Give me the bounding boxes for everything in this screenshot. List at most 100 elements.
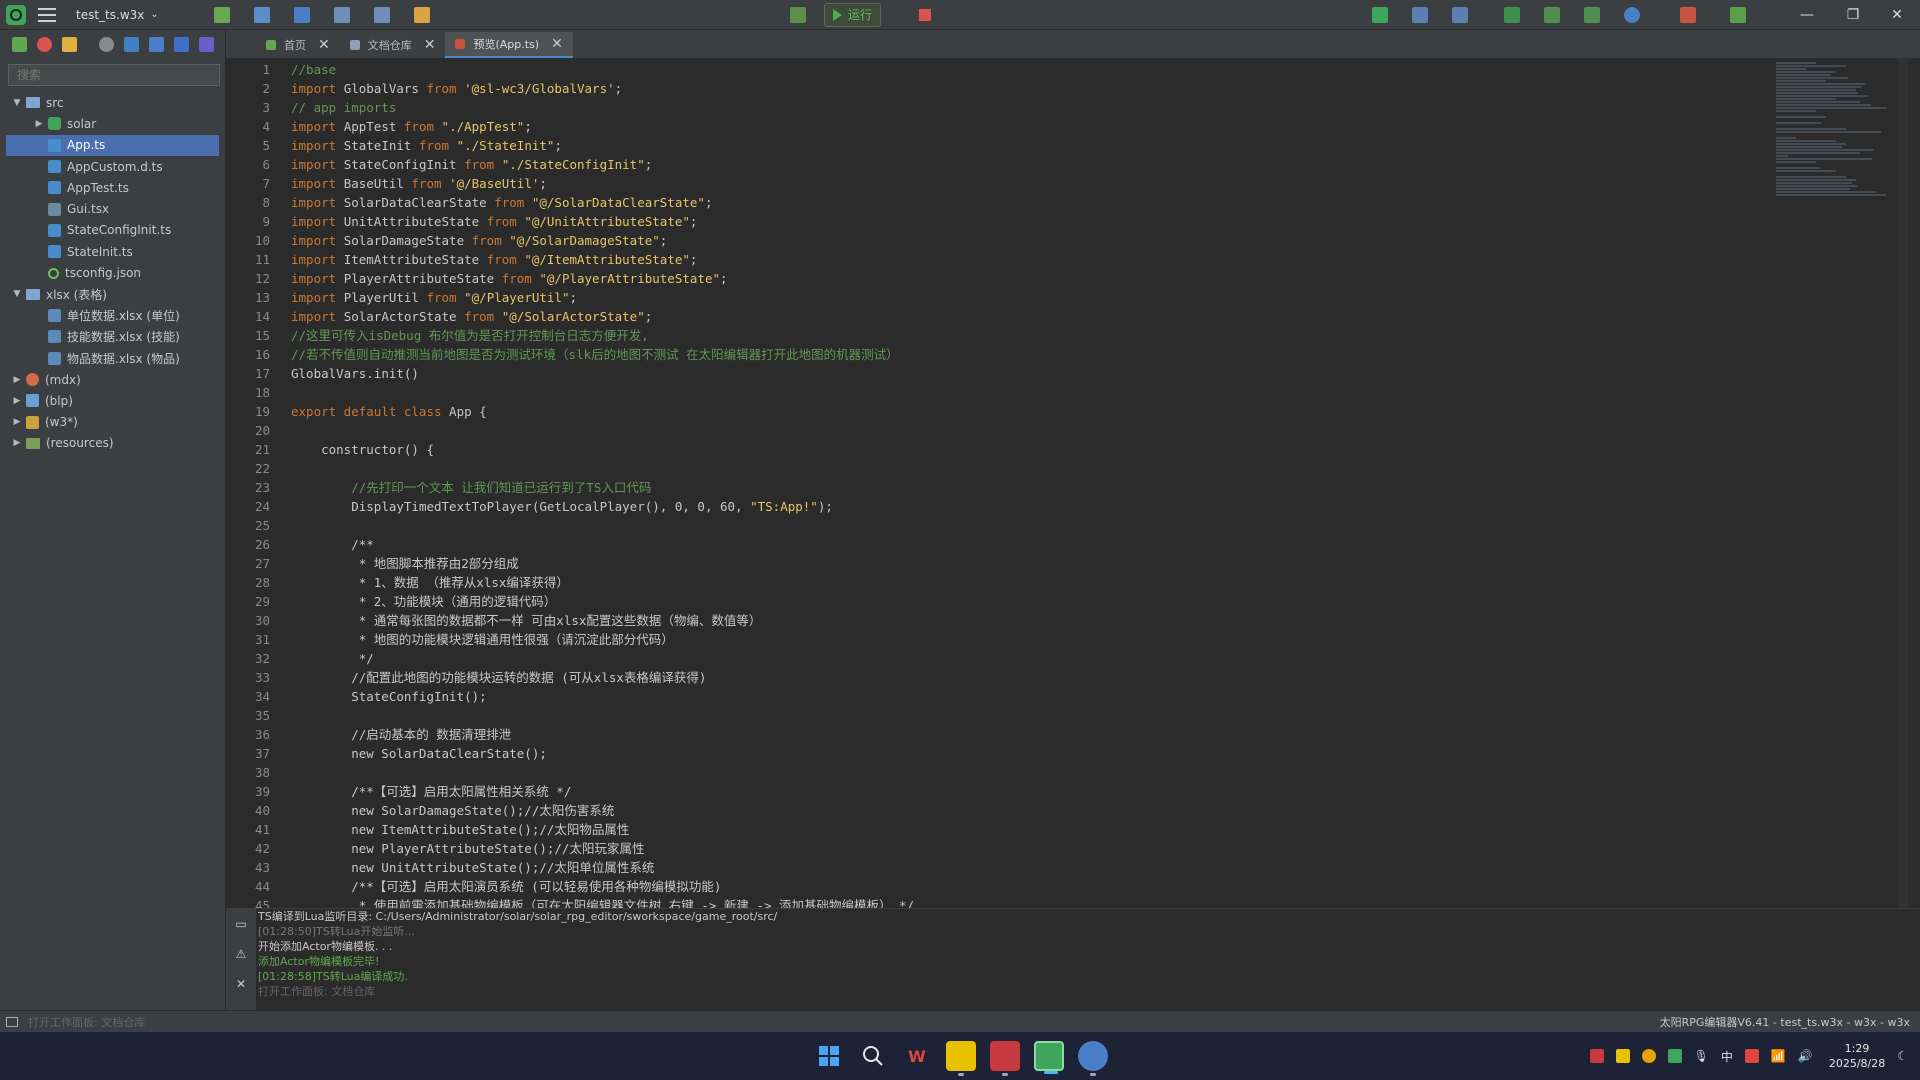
tree-item[interactable]: 技能数据.xlsx (技能)	[0, 326, 225, 347]
tree-item[interactable]: tsconfig.json	[0, 262, 225, 283]
code-line[interactable]: new SolarDataClearState();	[291, 744, 1791, 763]
code-line[interactable]: new SolarDamageState();//太阳伤害系统	[291, 801, 1791, 820]
tree-item[interactable]: AppTest.ts	[0, 177, 225, 198]
ts-icon[interactable]	[199, 36, 214, 52]
tree-item[interactable]: ▶ (blp)	[0, 390, 225, 411]
minimap[interactable]	[1776, 62, 1896, 212]
code-line[interactable]: new UnitAttributeState();//太阳单位属性系统	[291, 858, 1791, 877]
code-line[interactable]: * 1、数据 （推荐从xlsx编译获得）	[291, 573, 1791, 592]
browser-icon[interactable]	[1078, 1041, 1108, 1076]
code-line[interactable]: import BaseUtil from '@/BaseUtil';	[291, 174, 1791, 193]
open-folder-icon[interactable]	[214, 6, 230, 23]
code-line[interactable]: //配置此地图的功能模块运转的数据 (可从xlsx表格编译获得)	[291, 668, 1791, 687]
text-format-icon[interactable]	[1452, 7, 1468, 23]
tools-icon[interactable]	[414, 6, 430, 23]
code-line[interactable]: // app imports	[291, 98, 1791, 117]
tree-item[interactable]: ▶ (resources)	[0, 433, 225, 454]
code-line[interactable]: import StateInit from "./StateInit";	[291, 136, 1791, 155]
tray-app-icon[interactable]	[1641, 1049, 1656, 1063]
minimize-icon[interactable]: —	[1784, 0, 1830, 30]
tree-item[interactable]: AppCustom.d.ts	[0, 156, 225, 177]
code-line[interactable]: export default class App {	[291, 402, 1791, 421]
code-content[interactable]: //base import GlobalVars from '@sl-wc3/Gl…	[291, 60, 1791, 908]
collapse-icon[interactable]: ▶	[12, 438, 22, 448]
code-line[interactable]: import PlayerUtil from "@/PlayerUtil";	[291, 288, 1791, 307]
code-line[interactable]: import SolarDataClearState from "@/Solar…	[291, 193, 1791, 212]
tree-item[interactable]: ▼ src	[0, 92, 225, 113]
code-line[interactable]	[291, 706, 1791, 725]
wps-icon[interactable]: W	[902, 1041, 932, 1071]
tree-item[interactable]: ▼ xlsx (表格)	[0, 284, 225, 305]
close-icon[interactable]: ✕	[551, 36, 563, 52]
file-icon[interactable]	[334, 6, 350, 23]
settings-icon[interactable]	[1584, 7, 1600, 23]
search-icon[interactable]	[858, 1041, 888, 1071]
collapse-icon[interactable]: ▶	[12, 396, 22, 406]
start-icon[interactable]	[814, 1041, 844, 1071]
stop-button[interactable]	[919, 8, 932, 21]
code-line[interactable]: * 使用前需添加基础物编模板（可在太阳编辑器文件树 右键 -> 新建 -> 添加…	[291, 896, 1791, 908]
tree-item[interactable]: ▶ (mdx)	[0, 369, 225, 390]
code-line[interactable]: * 2、功能模块（通用的逻辑代码）	[291, 592, 1791, 611]
close-icon[interactable]: ✕	[1874, 0, 1920, 30]
project-selector[interactable]: test_ts.w3x ⌄	[76, 8, 166, 22]
code-line[interactable]: new PlayerAttributeState();//太阳玩家属性	[291, 839, 1791, 858]
target-icon[interactable]	[99, 36, 114, 52]
code-line[interactable]: //若不传值则自动推测当前地图是否为测试环境（slk后的地图不测试 在太阳编辑器…	[291, 345, 1791, 364]
expand-icon[interactable]: ▼	[12, 289, 22, 299]
code-line[interactable]: //这里可传入isDebug 布尔值为是否打开控制台日志方便开发,	[291, 326, 1791, 345]
solar-icon[interactable]	[1372, 7, 1388, 23]
code-line[interactable]: StateConfigInit();	[291, 687, 1791, 706]
restore-icon[interactable]: ❐	[1830, 0, 1876, 30]
search-input[interactable]	[8, 64, 220, 86]
export-icon[interactable]	[1504, 7, 1520, 23]
tree-item[interactable]: ▶ solar	[0, 113, 225, 134]
text-icon[interactable]	[1412, 7, 1428, 23]
collapse-icon[interactable]: ▶	[12, 417, 22, 427]
code-line[interactable]: import GlobalVars from '@sl-wc3/GlobalVa…	[291, 79, 1791, 98]
code-line[interactable]: import AppTest from "./AppTest";	[291, 117, 1791, 136]
code-line[interactable]: import PlayerAttributeState from "@/Play…	[291, 269, 1791, 288]
code-line[interactable]: */	[291, 649, 1791, 668]
tray-app-icon[interactable]	[1589, 1049, 1604, 1063]
code-line[interactable]: new ItemAttributeState();//太阳物品属性	[291, 820, 1791, 839]
volume-icon[interactable]: 🔊	[1798, 1049, 1813, 1063]
database-icon[interactable]	[1730, 7, 1746, 23]
expand-icon[interactable]: ▼	[12, 98, 22, 108]
hamburger-menu-icon[interactable]	[38, 7, 56, 22]
tab-preview-app[interactable]: 预览(App.ts) ✕	[445, 32, 573, 58]
yellow-app-icon[interactable]	[946, 1041, 976, 1076]
solar-editor-icon[interactable]	[1034, 1041, 1064, 1074]
tree-item[interactable]: StateConfigInit.ts	[0, 220, 225, 241]
code-line[interactable]: /**	[291, 535, 1791, 554]
tree-item[interactable]: Gui.tsx	[0, 198, 225, 219]
code-line[interactable]	[291, 421, 1791, 440]
image-icon[interactable]	[1544, 7, 1560, 23]
code-line[interactable]: constructor() {	[291, 440, 1791, 459]
search-icon[interactable]	[1624, 7, 1640, 23]
code-line[interactable]: * 地图脚本推荐由2部分组成	[291, 554, 1791, 573]
wifi-icon[interactable]: 📶	[1771, 1049, 1786, 1063]
run-button[interactable]: 运行	[824, 2, 882, 27]
user-icon[interactable]	[254, 6, 270, 23]
ime-indicator[interactable]: 中	[1721, 1048, 1733, 1065]
code-line[interactable]: //先打印一个文本 让我们知道已运行到了TS入口代码	[291, 478, 1791, 497]
w-icon[interactable]	[174, 36, 189, 52]
tab-home[interactable]: 首页 ✕	[256, 32, 340, 58]
code-icon[interactable]	[374, 6, 390, 23]
code-line[interactable]: //启动基本的 数据清理排泄	[291, 725, 1791, 744]
code-line[interactable]: import SolarActorState from "@/SolarActo…	[291, 307, 1791, 326]
code-line[interactable]: import ItemAttributeState from "@/ItemAt…	[291, 250, 1791, 269]
save-icon[interactable]	[790, 6, 806, 23]
collapse-icon[interactable]: ▶	[12, 375, 22, 385]
bug-icon[interactable]	[37, 36, 52, 52]
editor-scrollbar[interactable]	[1898, 58, 1908, 908]
code-line[interactable]	[291, 459, 1791, 478]
tree-item[interactable]: StateInit.ts	[0, 241, 225, 262]
vscode-icon[interactable]	[124, 36, 139, 52]
code-line[interactable]	[291, 516, 1791, 535]
tray-app-icon[interactable]	[1615, 1049, 1630, 1063]
jetbrains-icon[interactable]	[990, 1041, 1020, 1076]
undo-icon[interactable]	[1680, 7, 1696, 23]
code-line[interactable]: /**【可选】启用太阳属性相关系统 */	[291, 782, 1791, 801]
